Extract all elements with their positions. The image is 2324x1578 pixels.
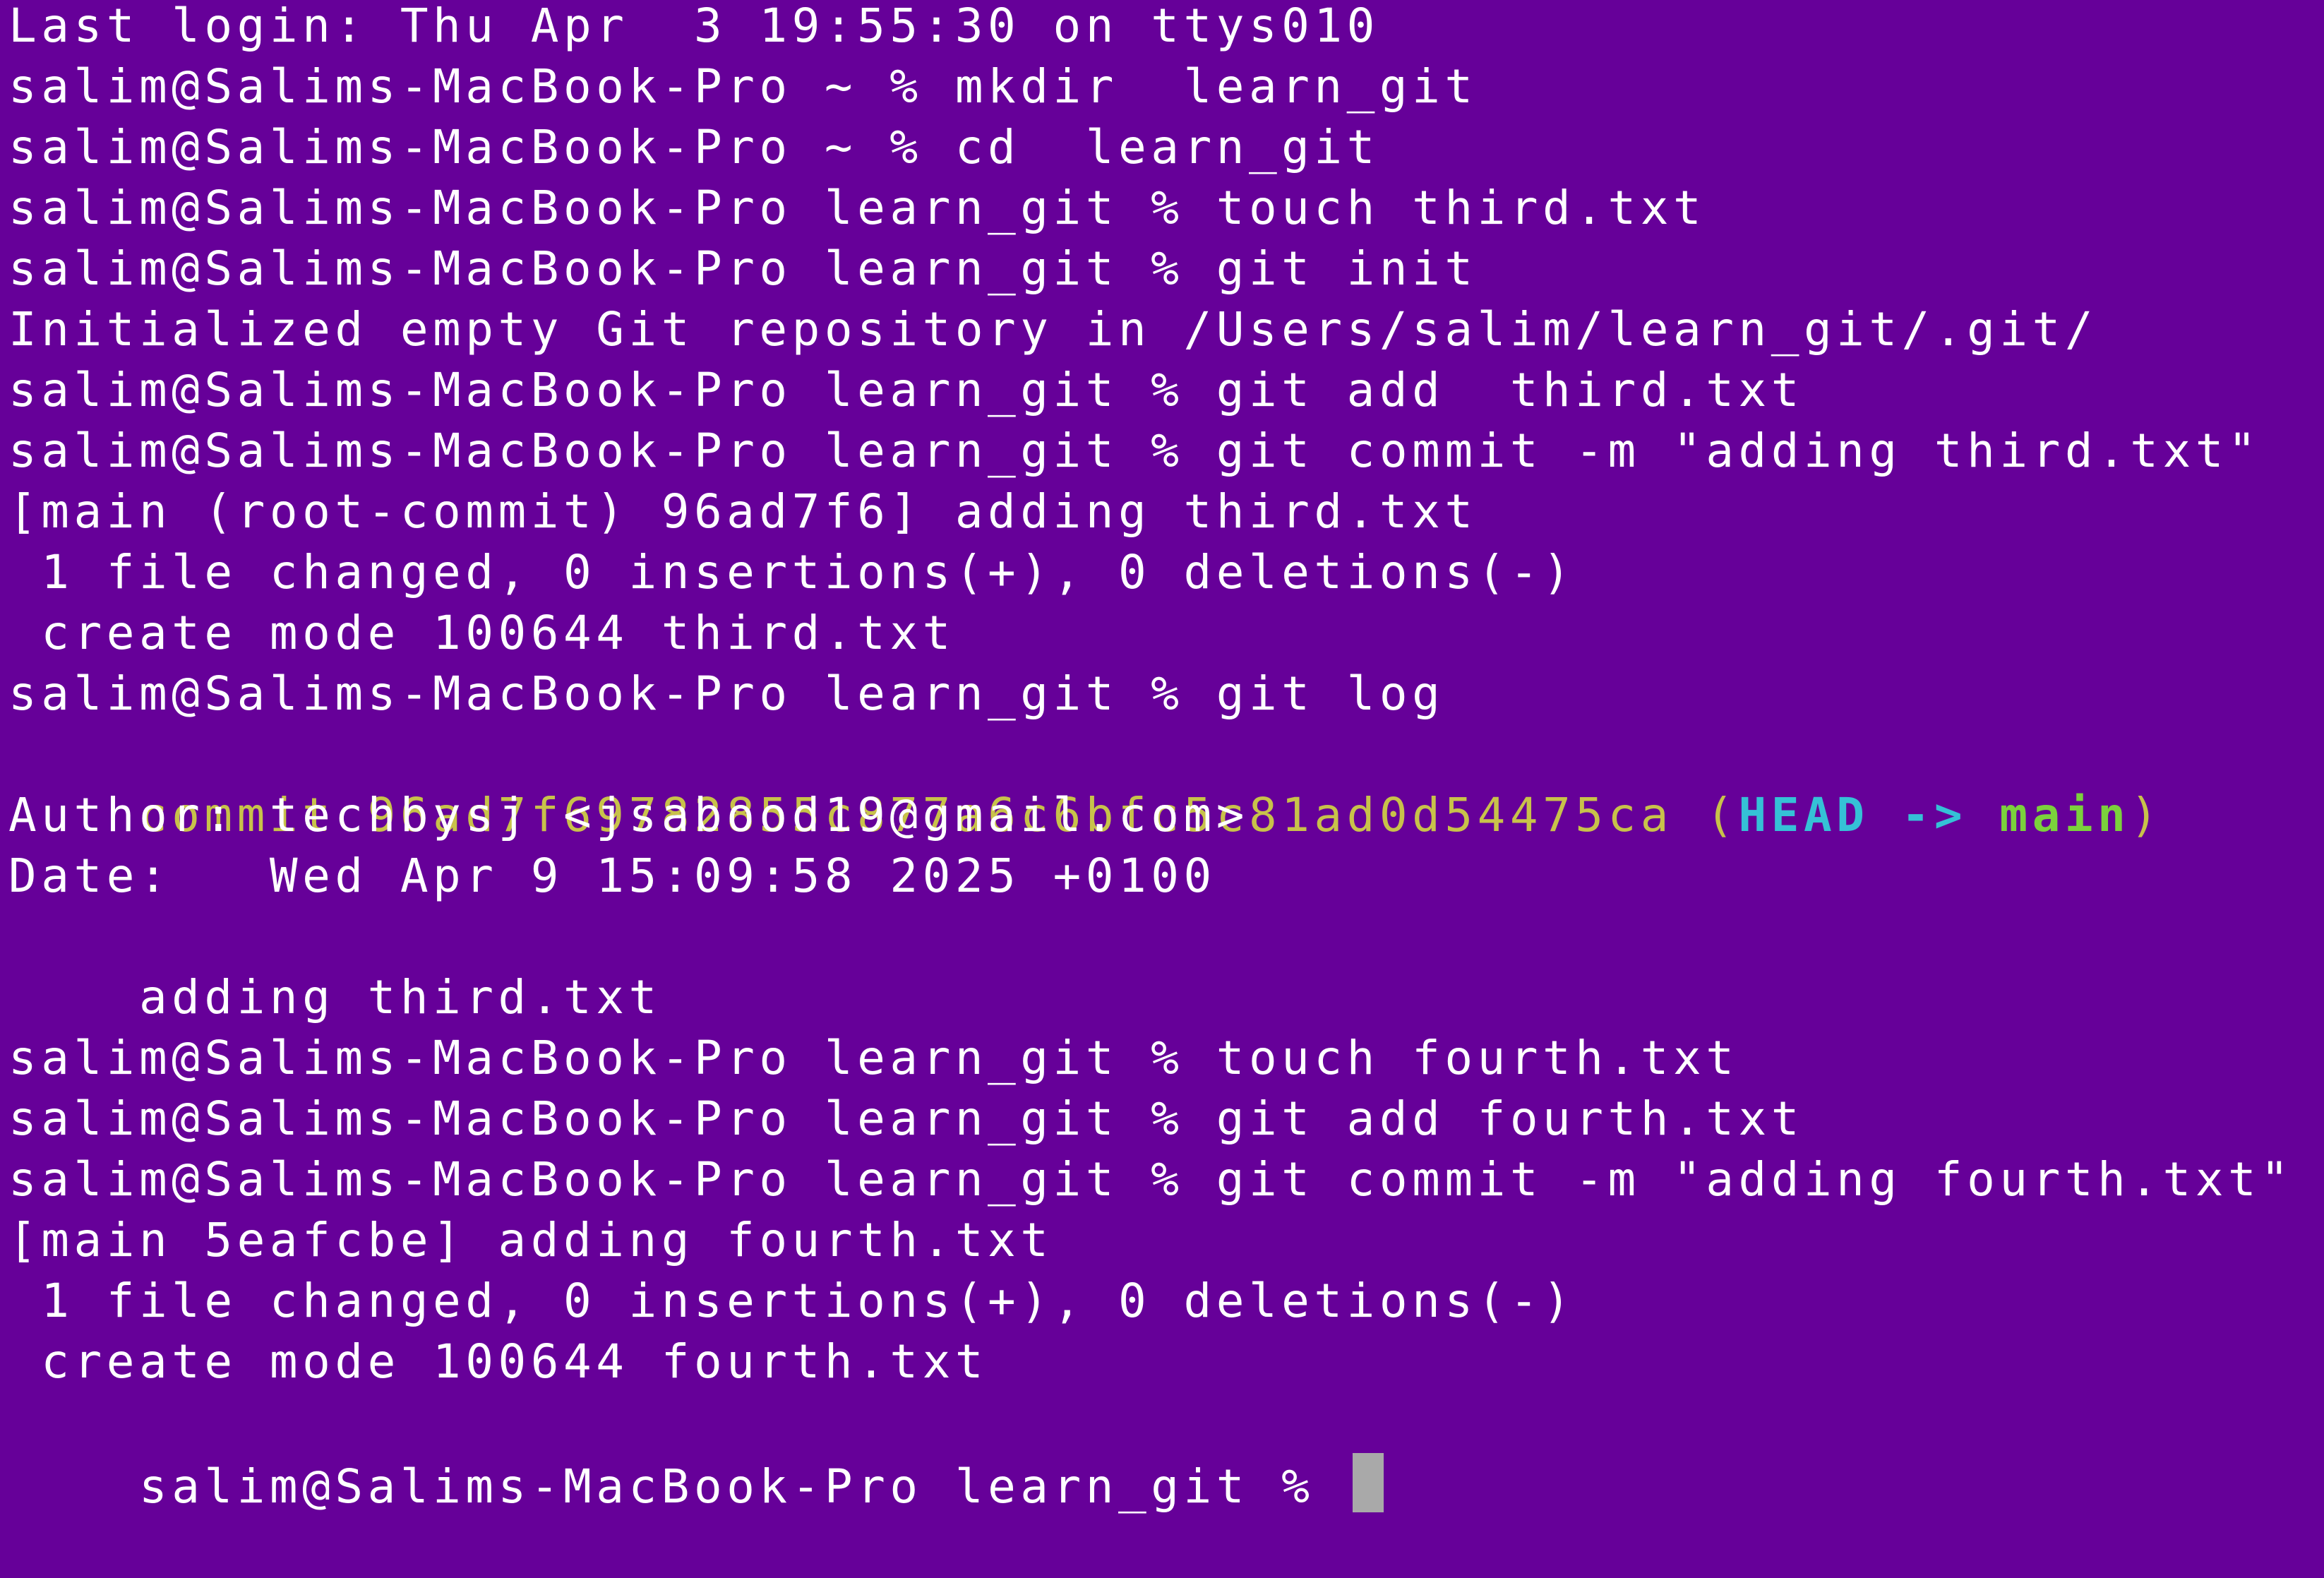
terminal-line: 1 file changed, 0 insertions(+), 0 delet… [8,545,1576,599]
git-log-commit-line: commit 96ad7f69782855c877a6c6bfc5c81ad0d… [8,724,2163,842]
terminal-line: Date: Wed Apr 9 15:09:58 2025 +0100 [8,849,1216,903]
terminal-line: 1 file changed, 0 insertions(+), 0 delet… [8,1274,1576,1328]
terminal-line: salim@Salims-MacBook-Pro learn_git % git… [8,424,2261,478]
terminal-line: salim@Salims-MacBook-Pro learn_git % git… [8,241,1478,296]
terminal-line: salim@Salims-MacBook-Pro learn_git % git… [8,667,1445,721]
terminal-line: adding third.txt [8,970,661,1024]
terminal-line: [main (root-commit) 96ad7f6] adding thir… [8,484,1478,539]
terminal-line: [main 5eafcbe] adding fourth.txt [8,1213,1053,1267]
terminal-line: salim@Salims-MacBook-Pro learn_git % git… [8,1152,2294,1207]
text-cursor[interactable] [1352,1453,1384,1512]
terminal-line: Last login: Thu Apr 3 19:55:30 on ttys01… [8,0,1379,53]
terminal-line: salim@Salims-MacBook-Pro learn_git % git… [8,1092,1804,1146]
terminal-line: salim@Salims-MacBook-Pro learn_git % tou… [8,181,1706,235]
terminal-line: Author: techbysj <jsabood19@gmail.com> [8,788,1249,842]
head-ref: HEAD -> [1738,788,2000,842]
terminal-line: salim@Salims-MacBook-Pro ~ % cd learn_gi… [8,120,1379,174]
terminal-line: salim@Salims-MacBook-Pro learn_git % git… [8,363,1804,417]
terminal-window[interactable]: Last login: Thu Apr 3 19:55:30 on ttys01… [0,0,2324,1514]
terminal-line: Initialized empty Git repository in /Use… [8,302,2098,357]
prompt-line[interactable]: salim@Salims-MacBook-Pro learn_git % [8,1392,1384,1514]
ref-close-paren: ) [2130,788,2163,842]
terminal-line: create mode 100644 third.txt [8,606,955,660]
shell-prompt: salim@Salims-MacBook-Pro learn_git % [138,1459,1347,1514]
terminal-line: salim@Salims-MacBook-Pro learn_git % tou… [8,1031,1739,1085]
branch-ref: main [1999,788,2131,842]
terminal-line: salim@Salims-MacBook-Pro ~ % mkdir learn… [8,59,1478,114]
terminal-line: create mode 100644 fourth.txt [8,1334,988,1389]
